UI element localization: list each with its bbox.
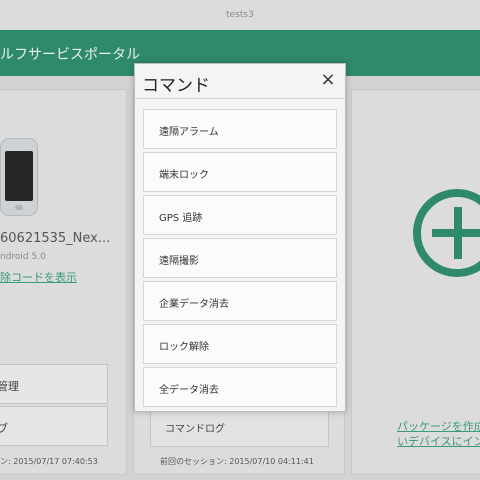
- smartphone-icon: [0, 138, 38, 216]
- corporate-wipe-label: 企業データ消去: [159, 299, 229, 310]
- device-os: ndroid 5.0: [0, 252, 46, 262]
- log-button-label: ブ: [0, 422, 8, 435]
- command-modal: コマンド × 遠隔アラーム 端末ロック GPS 追跡 遠隔撮影 企業データ消去 …: [134, 63, 346, 412]
- device-lock-button[interactable]: 端末ロック: [143, 152, 337, 192]
- log-button[interactable]: ブ: [0, 406, 108, 446]
- create-package-link[interactable]: パッケージを作成: [397, 418, 480, 434]
- gps-tracking-button[interactable]: GPS 追跡: [143, 195, 337, 235]
- corporate-wipe-button[interactable]: 企業データ消去: [143, 281, 337, 321]
- manage-button-label: 管理: [0, 380, 19, 393]
- remote-alarm-button[interactable]: 遠隔アラーム: [143, 109, 337, 149]
- unlock-button[interactable]: ロック解除: [143, 324, 337, 364]
- remote-camera-label: 遠隔撮影: [159, 256, 199, 267]
- full-wipe-button[interactable]: 全データ消去: [143, 367, 337, 407]
- install-device-link[interactable]: いデバイスにイン: [397, 433, 480, 449]
- unlock-label: ロック解除: [159, 342, 209, 353]
- gps-tracking-label: GPS 追跡: [159, 213, 203, 224]
- command-log-label: コマンドログ: [165, 424, 225, 435]
- remote-camera-button[interactable]: 遠隔撮影: [143, 238, 337, 278]
- window-title: tests3: [226, 10, 254, 20]
- device-name: 60621535_Nex...: [0, 231, 111, 246]
- window-titlebar: tests3: [0, 0, 480, 30]
- full-wipe-label: 全データ消去: [159, 385, 219, 396]
- remote-alarm-label: 遠隔アラーム: [159, 127, 219, 138]
- close-icon[interactable]: ×: [319, 71, 337, 89]
- phone-home-button: [15, 205, 23, 210]
- command-last-session: 前回のセッション: 2015/07/10 04:11:41: [160, 457, 314, 466]
- manage-button[interactable]: 管理: [0, 364, 108, 404]
- modal-divider: [135, 98, 345, 99]
- phone-screen: [5, 151, 33, 201]
- device-last-session: ン: 2015/07/17 07:40:53: [0, 457, 98, 466]
- show-unlock-code-link[interactable]: 除コードを表示: [0, 269, 77, 285]
- portal-title: ルフサービスポータル: [0, 47, 140, 63]
- modal-title: コマンド: [142, 76, 210, 96]
- device-lock-label: 端末ロック: [159, 170, 209, 181]
- plus-horizontal-bar: [432, 229, 480, 237]
